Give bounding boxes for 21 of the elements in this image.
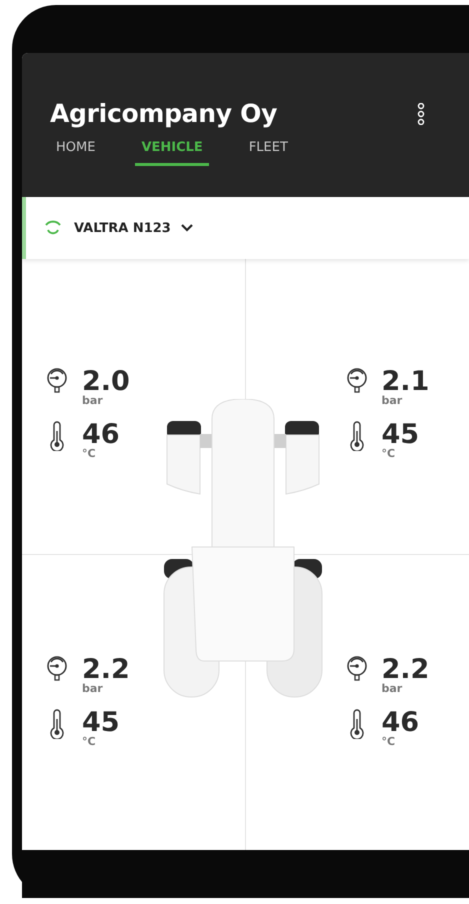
pressure-value: 2.2 [82,656,130,684]
pressure-value: 2.1 [382,368,430,396]
nav-tab[interactable]: FLEET [242,140,294,166]
pressure-unit: bar [382,683,404,696]
temperature-unit: °C [82,736,97,748]
pressure-unit: bar [82,683,104,696]
temperature-unit: °C [382,448,396,460]
temperature-value: 46 [82,421,120,448]
nav-tab[interactable]: HOME [50,140,102,166]
temperature-value: 45 [82,709,120,736]
nav-tab[interactable]: VEHICLE [135,140,209,166]
temperature-unit: °C [82,448,97,460]
pressure-value: 2.0 [82,368,130,396]
pressure-value: 2.2 [382,656,430,684]
temperature-value: 46 [382,709,420,736]
temperature-value: 45 [382,421,420,448]
vehicle-selector[interactable]: VALTRA N123 [74,220,193,236]
temperature-unit: °C [382,736,396,748]
company-title: Agricompany Oy [50,99,278,128]
pressure-unit: bar [382,395,404,408]
pressure-unit: bar [82,395,104,408]
